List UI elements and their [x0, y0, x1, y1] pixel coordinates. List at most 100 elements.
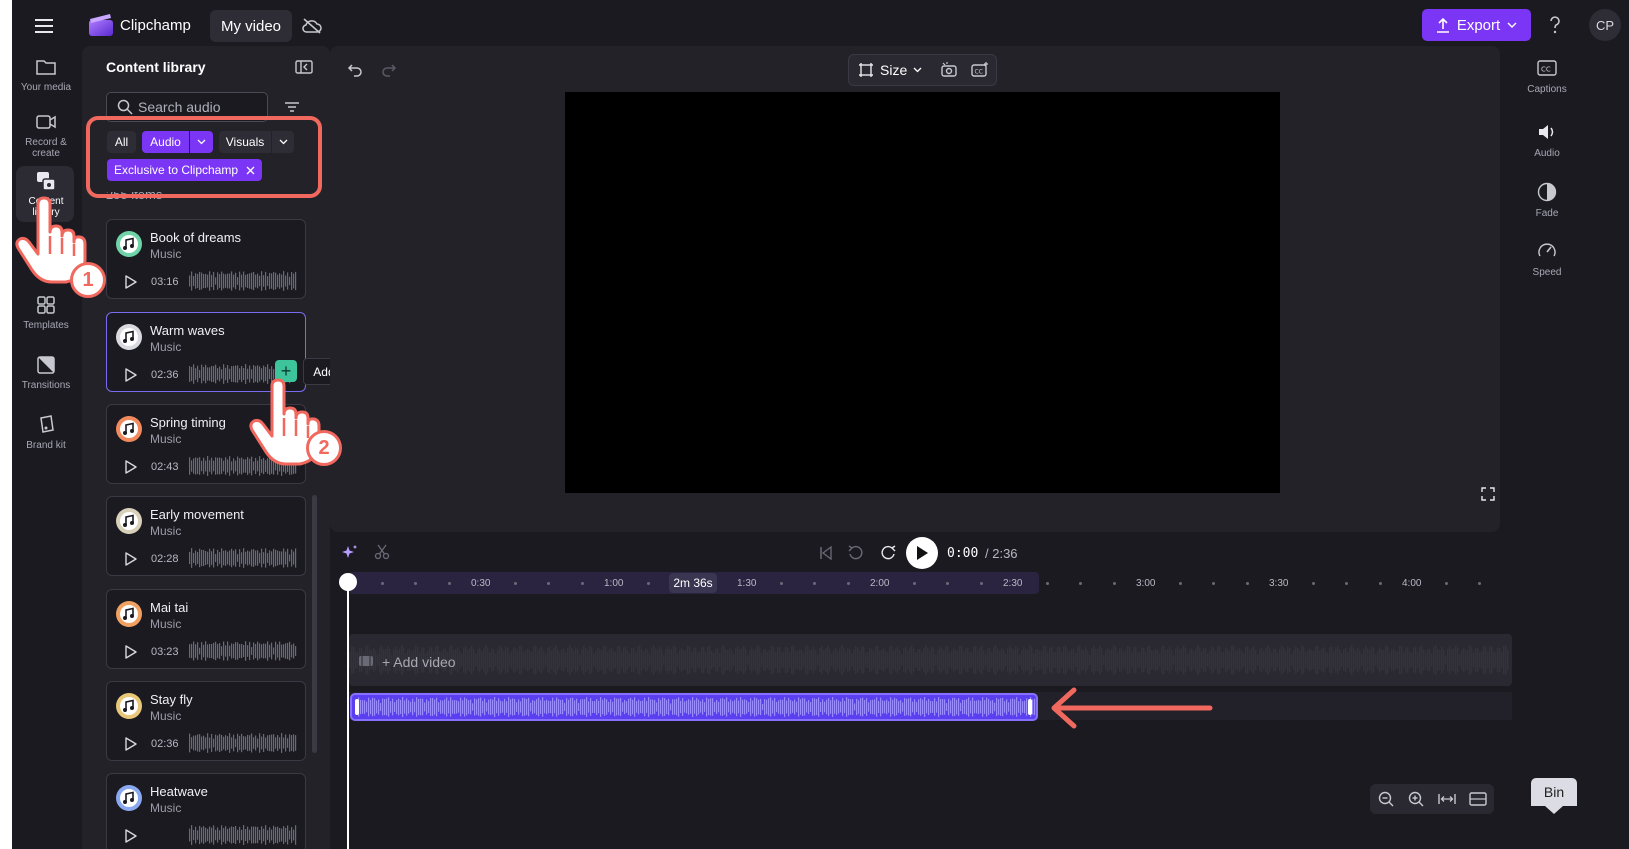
timeline-tick-dot — [1046, 582, 1049, 585]
timeline-tick-dot — [580, 582, 584, 585]
right-panel-captions[interactable]: CC Captions — [1511, 56, 1583, 95]
rewind-5s-icon[interactable] — [846, 543, 866, 563]
panel-title: Content library — [106, 59, 206, 75]
undo-icon[interactable] — [344, 58, 366, 80]
nav-templates[interactable]: Templates — [15, 292, 77, 331]
playhead-line[interactable] — [347, 580, 349, 849]
auto-captions-icon[interactable]: CC — [969, 59, 991, 81]
play-preview-icon[interactable] — [123, 644, 139, 660]
track-waveform — [189, 825, 297, 845]
current-time: 0:00 — [947, 546, 979, 561]
bin-button[interactable]: Bin — [1531, 778, 1577, 806]
right-panel-label: Fade — [1535, 208, 1559, 219]
track-category: Music — [150, 247, 182, 261]
templates-icon — [15, 292, 77, 318]
nav-transitions[interactable]: Transitions — [15, 352, 77, 391]
track-category: Music — [150, 801, 182, 815]
split-scissors-icon[interactable] — [372, 542, 392, 562]
forward-5s-icon[interactable] — [878, 543, 898, 563]
nav-label: Your media — [20, 82, 72, 93]
fade-icon — [1511, 180, 1583, 204]
play-preview-icon[interactable] — [123, 459, 139, 475]
timeline-tick-dot — [1245, 582, 1249, 585]
svg-text:CC: CC — [1541, 66, 1551, 74]
help-icon[interactable] — [1544, 14, 1566, 36]
menu-icon[interactable] — [30, 14, 58, 38]
nav-label: Templates — [23, 320, 69, 331]
track-title: Warm waves — [150, 323, 225, 338]
content-library-icon — [15, 168, 77, 194]
track-card[interactable]: Early movement Music 02:28 — [106, 496, 306, 576]
track-waveform-decor — [349, 645, 1509, 675]
right-panel-fade[interactable]: Fade — [1511, 180, 1583, 219]
track-duration: 02:36 — [151, 369, 179, 381]
background-remover-icon[interactable] — [938, 59, 960, 81]
video-track-placeholder[interactable] — [349, 634, 1512, 686]
timeline-tick-dot — [447, 582, 451, 585]
right-panel-speed[interactable]: Speed — [1511, 239, 1583, 278]
project-name-tab[interactable]: My video — [210, 10, 292, 42]
nav-your-media[interactable]: Your media — [15, 54, 77, 93]
audio-clip[interactable] — [350, 693, 1038, 721]
clip-trim-handle-right[interactable] — [1028, 699, 1032, 715]
play-icon — [917, 546, 928, 560]
clip-trim-handle-left[interactable] — [355, 699, 359, 715]
total-time: / 2:36 — [985, 546, 1018, 561]
fullscreen-icon[interactable] — [1478, 484, 1498, 504]
timeline-tick-label: 4:00 — [1402, 578, 1422, 589]
fit-to-timeline-icon[interactable] — [1437, 789, 1457, 809]
timeline-tick-label: 3:30 — [1269, 578, 1289, 589]
speed-icon — [1511, 239, 1583, 263]
timeline-tick-dot — [381, 582, 384, 585]
track-duration: 02:43 — [151, 461, 179, 473]
step-badge-2: 2 — [306, 430, 342, 466]
expand-timeline-icon[interactable] — [1468, 789, 1488, 809]
play-preview-icon[interactable] — [123, 367, 139, 383]
timeline-tick-dot — [1312, 582, 1315, 585]
track-category: Music — [150, 524, 182, 538]
nav-brand-kit[interactable]: Brand kit — [15, 412, 77, 451]
play-preview-icon[interactable] — [123, 828, 139, 844]
music-note-icon — [116, 508, 142, 534]
step-badge-1: 1 — [70, 262, 106, 298]
music-note-icon — [116, 416, 142, 442]
chevron-down-icon — [1507, 22, 1517, 28]
timeline-tick-label: 1:30 — [737, 578, 757, 589]
add-video-label[interactable]: + Add video — [382, 654, 456, 670]
play-preview-icon[interactable] — [123, 736, 139, 752]
user-avatar[interactable]: CP — [1589, 9, 1621, 41]
play-button[interactable] — [906, 537, 938, 569]
size-label: Size — [880, 62, 908, 78]
play-preview-icon[interactable] — [123, 274, 139, 290]
nav-label: Transitions — [21, 380, 71, 391]
track-card[interactable]: Book of dreams Music 03:16 — [106, 219, 306, 299]
play-preview-icon[interactable] — [123, 551, 139, 567]
panel-scrollbar[interactable] — [312, 495, 317, 753]
track-card[interactable]: Stay fly Music 02:36 — [106, 681, 306, 761]
playhead-handle[interactable] — [339, 573, 357, 591]
zoom-in-icon[interactable] — [1406, 789, 1426, 809]
skip-to-start-icon[interactable] — [816, 543, 836, 563]
aspect-ratio-button[interactable]: Size — [858, 60, 922, 80]
bin-pointer — [1545, 806, 1563, 814]
timeline-tick-dot — [1445, 582, 1448, 585]
right-panel-audio[interactable]: Audio — [1511, 120, 1583, 159]
music-note-icon — [116, 324, 142, 350]
track-card[interactable]: Heatwave Music — [106, 773, 306, 849]
music-note-icon — [116, 231, 142, 257]
magic-sparkle-icon[interactable] — [340, 542, 360, 562]
chevron-down-icon — [913, 67, 922, 73]
nav-record-create[interactable]: Record & create — [15, 109, 77, 159]
zoom-out-icon[interactable] — [1376, 789, 1396, 809]
timeline-tick-dot — [780, 582, 783, 585]
redo-icon[interactable] — [378, 58, 400, 80]
cloud-off-icon[interactable] — [300, 14, 324, 38]
captions-icon: CC — [1511, 56, 1583, 80]
track-duration: 02:36 — [151, 738, 179, 750]
export-button[interactable]: Export — [1422, 9, 1531, 41]
video-preview-canvas[interactable] — [565, 92, 1280, 493]
track-card[interactable]: Mai tai Music 03:23 — [106, 589, 306, 669]
collapse-panel-icon[interactable] — [292, 56, 316, 78]
timeline-tick-label: 3:00 — [1136, 578, 1156, 589]
timeline-tick-dot — [979, 582, 983, 585]
